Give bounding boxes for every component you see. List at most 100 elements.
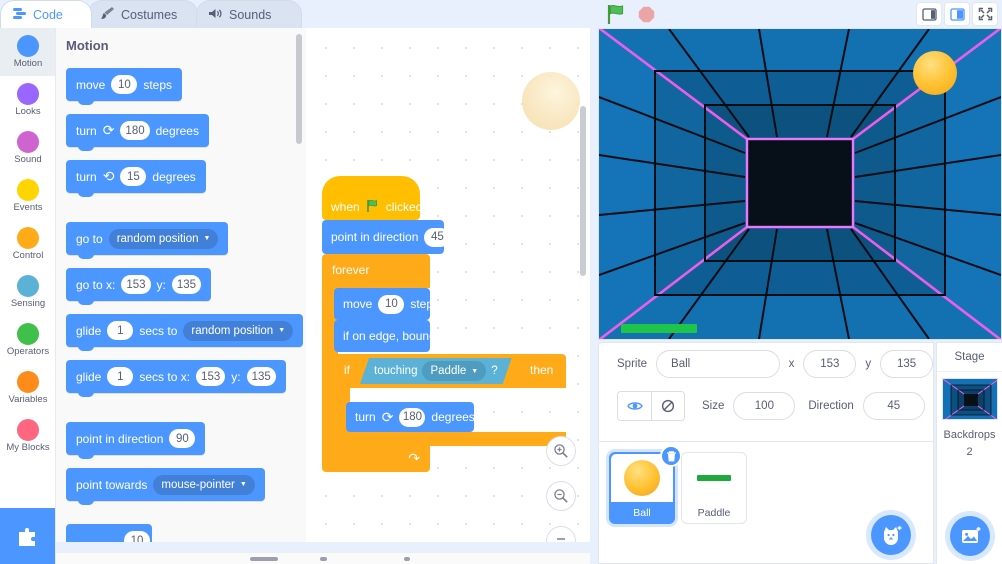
backdrop-thumbnail[interactable] bbox=[941, 378, 998, 420]
canvas-horizontal-scrollbar[interactable] bbox=[56, 552, 590, 564]
hscroll-thumb-3[interactable] bbox=[404, 557, 410, 561]
add-sprite-button[interactable] bbox=[871, 515, 911, 555]
hscroll-thumb-2[interactable] bbox=[320, 557, 327, 561]
block-if-then-footer[interactable] bbox=[334, 432, 566, 446]
block-touching[interactable]: touching Paddle ▼ ? bbox=[360, 358, 512, 384]
large-stage-button[interactable] bbox=[944, 2, 970, 26]
tab-costumes[interactable]: Costumes bbox=[88, 0, 198, 28]
change-x-input[interactable]: 10 bbox=[124, 531, 150, 542]
category-variables[interactable]: Variables bbox=[0, 364, 55, 412]
sprite-info-row-2: Size 100 Direction 45 bbox=[599, 385, 933, 427]
script-point-dir-input[interactable]: 45 bbox=[424, 227, 451, 247]
category-control[interactable]: Control bbox=[0, 220, 55, 268]
y-input[interactable]: 135 bbox=[880, 350, 934, 378]
sprite-name-input[interactable]: Ball bbox=[656, 350, 780, 378]
script-move-input[interactable]: 10 bbox=[378, 294, 405, 314]
block-turn-cw-degrees[interactable]: turn ⟳ 180 degrees bbox=[346, 402, 475, 432]
touching-target-dropdown[interactable]: Paddle ▼ bbox=[422, 361, 486, 381]
sprite-tile-ball[interactable]: Ball bbox=[609, 445, 682, 524]
zoom-reset-button[interactable] bbox=[546, 526, 576, 542]
glide-xy-x-input[interactable]: 153 bbox=[196, 367, 226, 386]
palette-block-glide-to[interactable]: glide 1 secs to random position ▼ bbox=[66, 314, 304, 351]
block-if-then-header[interactable]: if touching Paddle ▼ ? then bbox=[334, 354, 566, 388]
goto-target-dropdown[interactable]: random position ▼ bbox=[108, 228, 219, 249]
block-forever-header[interactable]: forever bbox=[322, 254, 430, 288]
glide-xy-mid2-label: y: bbox=[231, 369, 241, 384]
palette-block-turn-ccw[interactable]: turn ⟲ 15 degrees bbox=[66, 160, 206, 197]
sprite-tile-paddle[interactable]: Paddle bbox=[681, 452, 747, 524]
category-looks[interactable]: Looks bbox=[0, 76, 55, 124]
palette-block-point-towards[interactable]: point towards mouse-pointer ▼ bbox=[66, 468, 265, 505]
palette-block-glide-xy[interactable]: glide 1 secs to x: 153 y: 135 bbox=[66, 360, 286, 397]
add-extension-button[interactable] bbox=[0, 508, 55, 564]
palette-block-point-direction[interactable]: point in direction 90 bbox=[66, 422, 206, 459]
glide-to-target-dropdown[interactable]: random position ▼ bbox=[183, 320, 294, 341]
category-sound[interactable]: Sound bbox=[0, 124, 55, 172]
block-when-flag-clicked[interactable]: when clicked bbox=[322, 176, 422, 220]
gotoxy-x-input[interactable]: 153 bbox=[121, 275, 151, 294]
then-label: then bbox=[530, 363, 554, 377]
add-backdrop-button[interactable] bbox=[950, 516, 990, 556]
turn-cw-degrees-input[interactable]: 180 bbox=[120, 121, 150, 140]
tab-sounds[interactable]: Sounds bbox=[196, 0, 302, 28]
block-if-on-edge-bounce[interactable]: if on edge, bounce bbox=[334, 320, 442, 352]
script-move-post-label: steps bbox=[410, 297, 440, 311]
palette-block-gotoxy[interactable]: go to x: 153 y: 135 bbox=[66, 268, 212, 305]
fullscreen-button[interactable] bbox=[972, 2, 998, 26]
palette-scrollbar[interactable] bbox=[296, 34, 302, 144]
glide-xy-secs-input[interactable]: 1 bbox=[107, 367, 134, 386]
green-flag-button[interactable] bbox=[606, 4, 628, 30]
category-myblocks-label: My Blocks bbox=[6, 442, 50, 453]
glide-to-secs-input[interactable]: 1 bbox=[107, 321, 134, 340]
size-label: Size bbox=[702, 400, 725, 412]
zoom-out-button[interactable] bbox=[546, 481, 576, 511]
block-forever-footer[interactable]: ↷ bbox=[322, 446, 430, 472]
sensing-dot-icon bbox=[17, 275, 39, 297]
palette-block-turn-cw[interactable]: turn ⟳ 180 degrees bbox=[66, 114, 209, 151]
sprite-info-pane: Sprite Ball x 153 y 135 Size 100 Directi… bbox=[598, 342, 934, 442]
palette-block-goto[interactable]: go to random position ▼ bbox=[66, 222, 229, 259]
size-input[interactable]: 100 bbox=[733, 392, 796, 420]
script-canvas[interactable]: when clicked point in direction 45 forev… bbox=[306, 28, 590, 542]
direction-input[interactable]: 45 bbox=[862, 392, 925, 420]
block-point-in-direction[interactable]: point in direction 45 bbox=[322, 220, 451, 254]
stage-size-controls bbox=[916, 2, 998, 26]
category-myblocks[interactable]: My Blocks bbox=[0, 412, 55, 460]
stop-button[interactable] bbox=[638, 6, 655, 23]
move-steps-input[interactable]: 10 bbox=[111, 75, 138, 94]
turn-right-icon: ⟳ bbox=[102, 122, 115, 138]
hide-sprite-button[interactable] bbox=[651, 392, 684, 420]
stage-view[interactable] bbox=[598, 28, 1002, 340]
stage-sprite-paddle[interactable] bbox=[621, 324, 697, 333]
canvas-vertical-scrollbar[interactable] bbox=[580, 106, 586, 276]
palette-block-change-x[interactable]: 10 bbox=[66, 524, 152, 542]
category-operators[interactable]: Operators bbox=[0, 316, 55, 364]
category-motion[interactable]: Motion bbox=[0, 28, 55, 76]
gotoxy-y-input[interactable]: 135 bbox=[171, 275, 202, 294]
category-sensing[interactable]: Sensing bbox=[0, 268, 55, 316]
hscroll-thumb-1[interactable] bbox=[250, 557, 278, 561]
glide-xy-pre-label: glide bbox=[76, 369, 102, 384]
sprite-list[interactable]: Ball Paddle bbox=[598, 442, 934, 564]
x-input[interactable]: 153 bbox=[803, 350, 857, 378]
stage-sprite-ball[interactable] bbox=[913, 51, 957, 95]
point-towards-dropdown[interactable]: mouse-pointer ▼ bbox=[153, 474, 255, 495]
small-stage-button[interactable] bbox=[916, 2, 942, 26]
turn-ccw-degrees-input[interactable]: 15 bbox=[120, 167, 147, 186]
show-sprite-button[interactable] bbox=[618, 392, 651, 420]
block-palette[interactable]: Motion move 10 steps turn ⟳ 180 degrees … bbox=[56, 28, 306, 542]
touching-target-value: Paddle bbox=[430, 365, 467, 377]
category-sound-label: Sound bbox=[14, 154, 42, 165]
delete-sprite-button[interactable] bbox=[660, 445, 682, 467]
cat-plus-icon bbox=[884, 526, 902, 545]
script-turn-input[interactable]: 180 bbox=[399, 407, 426, 427]
block-move-steps[interactable]: move 10 steps bbox=[334, 288, 439, 320]
point-dir-input[interactable]: 90 bbox=[169, 429, 196, 448]
glide-xy-y-input[interactable]: 135 bbox=[246, 367, 276, 386]
brush-icon bbox=[100, 6, 115, 23]
category-events[interactable]: Events bbox=[0, 172, 55, 220]
palette-block-move[interactable]: move 10 steps bbox=[66, 68, 183, 105]
stage-selector-pane[interactable]: Stage Backdrops 2 bbox=[936, 342, 1002, 564]
tab-code[interactable]: Code bbox=[0, 0, 92, 28]
zoom-in-button[interactable] bbox=[546, 436, 576, 466]
